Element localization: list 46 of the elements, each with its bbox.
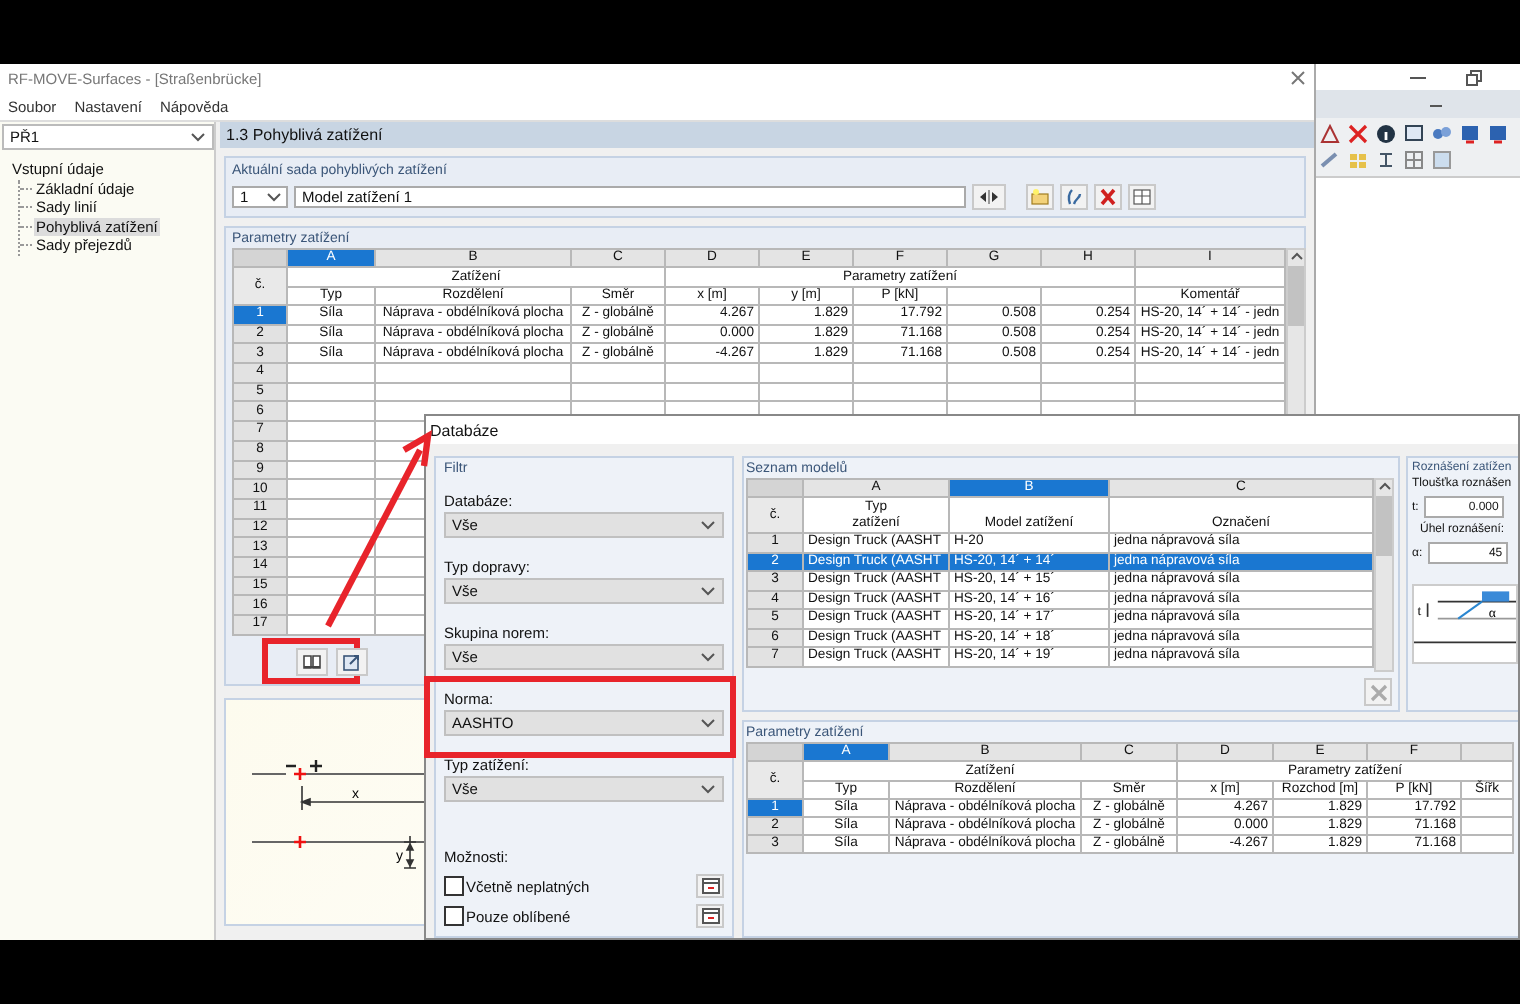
export-icon	[342, 653, 362, 671]
cross-icon	[1098, 188, 1118, 206]
scrollbar[interactable]	[1374, 478, 1394, 672]
chevron-down-icon	[700, 584, 716, 598]
restore-icon[interactable]	[1466, 69, 1482, 85]
chevron-down-icon	[700, 782, 716, 796]
grid-icon	[1132, 188, 1152, 206]
scrollbar-thumb[interactable]	[1288, 266, 1304, 326]
beam-icon[interactable]	[1376, 150, 1396, 170]
previous-next-button[interactable]	[972, 184, 1006, 210]
triangle-icon[interactable]	[1320, 124, 1340, 144]
hand-icon	[1064, 188, 1084, 206]
minimize-icon[interactable]	[1430, 100, 1442, 108]
section-header: 1.3 Pohyblivá zatížení	[220, 122, 1314, 148]
chevron-down-icon	[700, 650, 716, 664]
tiles-icon[interactable]	[1348, 150, 1368, 170]
chevron-down-icon	[266, 190, 282, 204]
minimize-icon[interactable]	[1410, 71, 1426, 83]
scrollbar-thumb[interactable]	[1376, 496, 1392, 556]
screen-icon[interactable]	[1488, 124, 1508, 144]
chevron-up-icon	[1289, 250, 1303, 262]
left-right-arrows-icon	[976, 190, 1002, 204]
library-button[interactable]	[296, 648, 328, 676]
chevron-down-icon	[700, 518, 716, 532]
info-icon[interactable]	[1376, 124, 1396, 144]
screen-icon[interactable]	[1460, 124, 1480, 144]
export-button[interactable]	[336, 648, 368, 676]
window-icon	[701, 878, 719, 894]
settings-button[interactable]	[1128, 184, 1156, 210]
nodes-icon[interactable]	[1432, 124, 1452, 144]
edit-button[interactable]	[696, 874, 724, 898]
cross-icon	[1369, 683, 1387, 701]
copy-button[interactable]	[1060, 184, 1088, 210]
window-icon	[701, 908, 719, 924]
monitor-icon[interactable]	[1404, 124, 1424, 144]
edit-button[interactable]	[696, 904, 724, 928]
chevron-down-icon	[190, 130, 206, 144]
dialog-title: Databáze	[426, 416, 1518, 444]
close-icon[interactable]	[1290, 70, 1306, 86]
book-icon	[302, 654, 322, 670]
chevron-down-icon	[700, 716, 716, 730]
cross-icon[interactable]	[1348, 124, 1368, 144]
pen-icon[interactable]	[1320, 150, 1340, 170]
delete-button[interactable]	[1094, 184, 1122, 210]
chevron-up-icon	[1377, 480, 1391, 492]
folder-icon	[1030, 188, 1050, 206]
